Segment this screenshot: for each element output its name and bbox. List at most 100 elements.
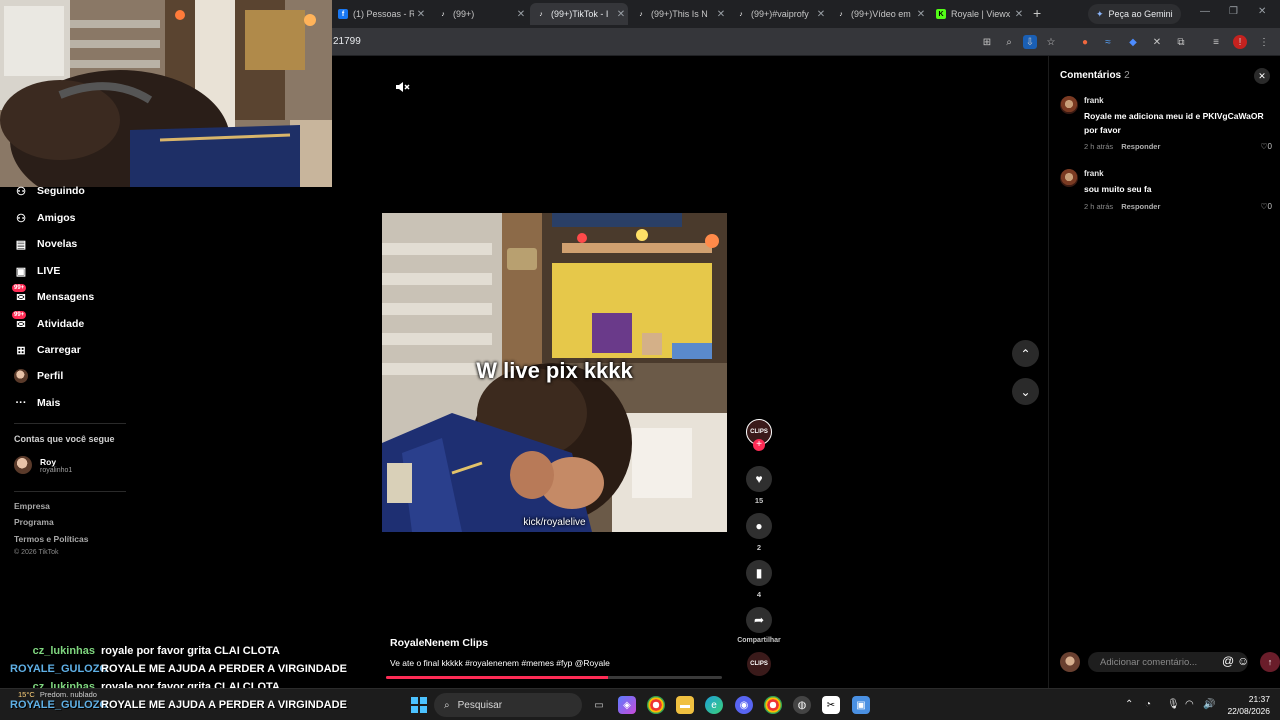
task-view-icon[interactable]: ▭ (590, 696, 608, 714)
kick-icon: K (936, 9, 946, 19)
creator-avatar-button[interactable]: CLIPS + (738, 419, 780, 451)
reply-button[interactable]: Responder (1121, 142, 1160, 151)
footer-link-empresa[interactable]: Empresa (14, 501, 50, 511)
chrome-profile-icon[interactable] (764, 696, 782, 714)
like-count: 15 (754, 496, 764, 505)
maximize-icon[interactable]: ❐ (1229, 6, 1238, 17)
close-tab-icon[interactable]: ✕ (414, 9, 428, 20)
system-clock[interactable]: 21:37 22/08/2026 (1222, 693, 1270, 717)
send-comment-button[interactable]: ↑ (1260, 652, 1280, 672)
extension-fox-icon[interactable]: ● (1078, 35, 1092, 49)
save-action[interactable]: ▮ 4 (738, 560, 780, 599)
comment-like-button[interactable]: ♡0 (1260, 202, 1272, 211)
chevron-up-icon[interactable]: ⌃ (1125, 699, 1133, 710)
translate-icon[interactable]: ⊞ (980, 35, 994, 49)
chat-line: ROYALE_GULOZO ROYALE ME AJUDA A PERDER A… (10, 663, 347, 675)
video-author[interactable]: RoyaleNenem Clips (390, 637, 488, 649)
comment-bubble-icon[interactable]: ● (746, 513, 772, 539)
sidebar-item-live[interactable]: ▣ LIVE (14, 262, 61, 280)
address-bar[interactable]: 21799 (333, 36, 361, 47)
reply-button[interactable]: Responder (1121, 202, 1160, 211)
bookmark-star-icon[interactable]: ☆ (1044, 35, 1058, 49)
heart-icon[interactable]: ♥ (746, 466, 772, 492)
extension-x-icon[interactable]: ✕ (1150, 35, 1164, 49)
emoji-icon[interactable]: ☺ (1237, 654, 1249, 668)
tab-video-em[interactable]: ♪ (99+)Vídeo em ✕ (830, 3, 928, 25)
live-icon: ▣ (15, 265, 27, 278)
network-icon[interactable]: ◔ (1145, 699, 1151, 710)
tab-tiktok-1[interactable]: ♪ (99+) ✕ (432, 3, 528, 25)
sidebar-item-mensagens[interactable]: ✉ 99+ Mensagens (12, 284, 94, 306)
discord-icon[interactable]: ◉ (735, 696, 753, 714)
sidebar-item-mais[interactable]: ··· Mais (14, 394, 61, 412)
mute-icon[interactable] (394, 79, 410, 95)
share-action[interactable]: ➦ Compartilhar (734, 607, 784, 644)
video-player[interactable]: W live pix kkkk kick/royalelive (382, 213, 727, 532)
extension-wave-icon[interactable]: ≈ (1101, 35, 1115, 49)
followed-account-roy[interactable]: Roy royalinho1 (14, 456, 72, 474)
tab-this-is[interactable]: ♪ (99+)This Is N ✕ (630, 3, 728, 25)
windows-start-icon[interactable] (410, 696, 428, 714)
tab-tiktok-active[interactable]: ♪ (99+)TikTok - I ✕ (530, 3, 628, 25)
chrome-icon[interactable] (647, 696, 665, 714)
gemini-button[interactable]: ✦ Peça ao Gemini (1088, 4, 1181, 24)
microphone-icon[interactable]: 🎙 (1167, 699, 1180, 710)
file-explorer-icon[interactable]: ▬ (676, 696, 694, 714)
music-disc[interactable]: CLIPS (738, 652, 780, 676)
like-action[interactable]: ♥ 15 (738, 466, 780, 505)
mention-icon[interactable]: @ (1222, 654, 1234, 668)
edge-icon[interactable]: e (705, 696, 723, 714)
copilot-icon[interactable]: ◈ (618, 696, 636, 714)
profile-avatar-icon[interactable]: ! (1233, 35, 1247, 49)
sidebar-item-atividade[interactable]: ✉ 99+ Atividade (12, 311, 84, 333)
sidebar-item-novelas[interactable]: ▤ Novelas (14, 235, 77, 253)
extensions-puzzle-icon[interactable]: ⧉ (1174, 35, 1188, 49)
sidebar-item-perfil[interactable]: Perfil (14, 367, 63, 385)
obs-icon[interactable]: ◍ (793, 696, 811, 714)
reading-list-icon[interactable]: ≡ (1209, 35, 1223, 49)
tab-pessoas[interactable]: f (1) Pessoas - R ✕ (332, 3, 428, 25)
music-disc-icon: CLIPS (747, 652, 771, 676)
close-tab-icon[interactable]: ✕ (814, 9, 828, 20)
tab-vaiprofy[interactable]: ♪ (99+)#vaiprofy ✕ (730, 3, 828, 25)
chat-line: ROYALE_GULOZO ROYALE ME AJUDA A PERDER A… (10, 699, 347, 711)
follow-plus-icon[interactable]: + (753, 439, 765, 451)
extension-shield-icon[interactable]: ◆ (1126, 35, 1140, 49)
share-arrow-icon[interactable]: ➦ (746, 607, 772, 633)
window-close-icon[interactable]: ✕ (1258, 6, 1266, 17)
avatar[interactable] (1060, 169, 1078, 187)
sidebar-item-carregar[interactable]: ⊞ Carregar (14, 341, 80, 359)
bookmark-icon[interactable]: ▮ (746, 560, 772, 586)
chevron-up-icon: ⌃ (1020, 346, 1031, 361)
capcut-icon[interactable]: ✂ (822, 696, 840, 714)
activity-icon: ✉ 99+ (12, 311, 27, 331)
close-tab-icon[interactable]: ✕ (714, 9, 728, 20)
footer-link-termos[interactable]: Termos e Políticas (14, 534, 88, 544)
minimize-icon[interactable]: — (1200, 6, 1210, 17)
footer-link-programa[interactable]: Programa (14, 517, 54, 527)
comment-like-button[interactable]: ♡0 (1260, 142, 1272, 151)
comments-title: Comentários 2 (1060, 70, 1130, 81)
close-tab-icon[interactable]: ✕ (614, 9, 628, 20)
sidebar-item-seguindo[interactable]: ⚇ Seguindo (14, 182, 85, 200)
volume-icon[interactable]: 🔊 (1203, 699, 1215, 710)
close-tab-icon[interactable]: ✕ (1012, 9, 1026, 20)
close-tab-icon[interactable]: ✕ (514, 9, 528, 20)
install-app-icon[interactable]: ⇩ (1023, 35, 1037, 49)
new-tab-button[interactable]: + (1033, 5, 1041, 21)
comment-action[interactable]: ● 2 (738, 513, 780, 552)
video-progress-bar[interactable] (386, 676, 722, 679)
next-video-button[interactable]: ⌄ (1012, 378, 1039, 405)
previous-video-button[interactable]: ⌃ (1012, 340, 1039, 367)
kebab-menu-icon[interactable]: ⋮ (1257, 35, 1271, 49)
taskbar-search[interactable]: ⌕ Pesquisar (434, 693, 582, 717)
wifi-icon[interactable]: ◠ (1185, 699, 1194, 710)
zoom-icon[interactable]: ⌕ (1002, 35, 1016, 49)
novelas-icon: ▤ (15, 238, 27, 251)
sidebar-item-amigos[interactable]: ⚇ Amigos (14, 209, 75, 227)
close-tab-icon[interactable]: ✕ (914, 9, 928, 20)
app-icon[interactable]: ▣ (852, 696, 870, 714)
close-comments-button[interactable]: ✕ (1254, 68, 1270, 84)
avatar[interactable] (1060, 96, 1078, 114)
tab-royale-viewx[interactable]: K Royale | Viewx ✕ (930, 3, 1026, 25)
